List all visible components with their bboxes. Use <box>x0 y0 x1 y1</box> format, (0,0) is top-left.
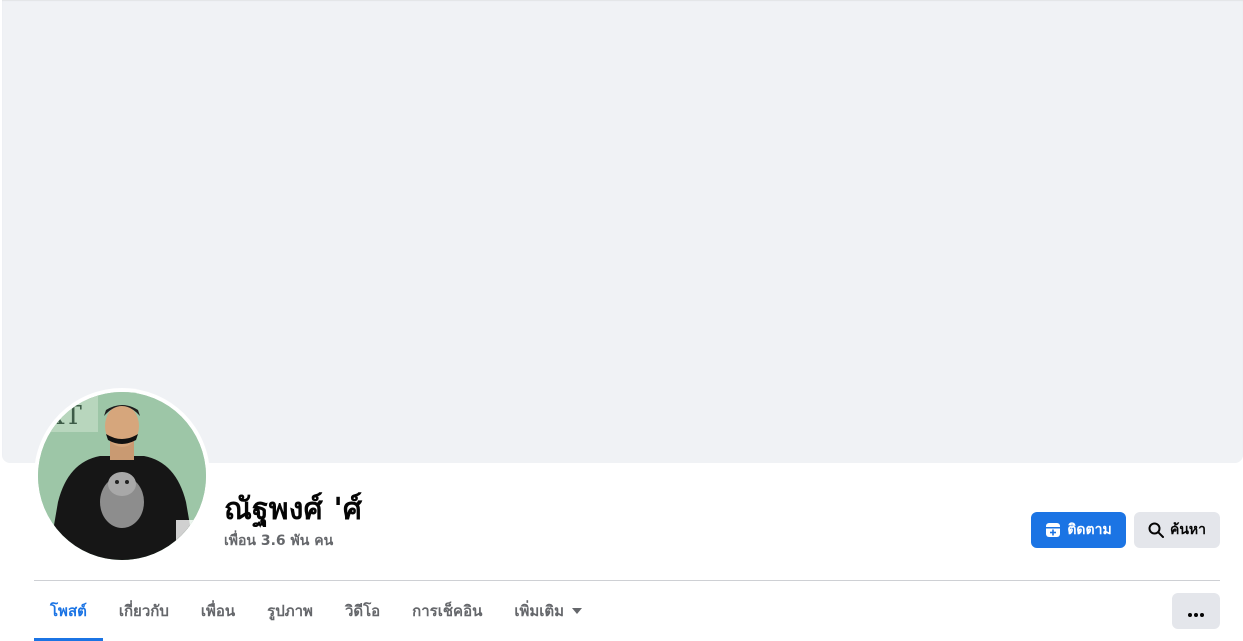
search-label: ค้นหา <box>1169 522 1207 538</box>
tab-more[interactable]: เพิ่มเติม <box>498 581 598 641</box>
more-options-button[interactable] <box>1172 593 1220 629</box>
tab-label: เพิ่มเติม <box>514 602 565 620</box>
friends-count[interactable]: เพื่อน 3.6 พัน คน <box>224 530 333 552</box>
tab-posts[interactable]: โพสต์ <box>34 581 103 641</box>
follow-icon <box>1045 522 1061 538</box>
profile-tabs: โพสต์ เกี่ยวกับ เพื่อน รูปภาพ วิดีโอ การ… <box>34 581 598 641</box>
tab-photos[interactable]: รูปภาพ <box>251 581 329 641</box>
tab-videos[interactable]: วิดีโอ <box>329 581 396 641</box>
tab-about[interactable]: เกี่ยวกับ <box>103 581 185 641</box>
follow-button[interactable]: ติดตาม <box>1031 512 1126 548</box>
tab-label: รูปภาพ <box>267 602 313 620</box>
search-icon <box>1148 522 1164 538</box>
tab-friends[interactable]: เพื่อน <box>185 581 251 641</box>
profile-picture: XT <box>38 392 206 560</box>
caret-down-icon <box>572 608 583 614</box>
tab-label: วิดีโอ <box>344 602 381 620</box>
ellipsis-icon <box>1188 602 1204 621</box>
tab-label: เกี่ยวกับ <box>118 602 169 620</box>
search-button[interactable]: ค้นหา <box>1134 512 1220 548</box>
follow-label: ติดตาม <box>1067 522 1112 538</box>
profile-avatar[interactable]: XT <box>34 388 210 564</box>
tab-label: โพสต์ <box>50 602 87 620</box>
cover-photo[interactable] <box>2 0 1243 463</box>
tab-label: การเช็คอิน <box>412 602 483 620</box>
tab-checkins[interactable]: การเช็คอิน <box>396 581 498 641</box>
profile-name: ณัฐพงศ์ 'ศ์ <box>224 492 363 527</box>
tab-label: เพื่อน <box>200 602 236 620</box>
